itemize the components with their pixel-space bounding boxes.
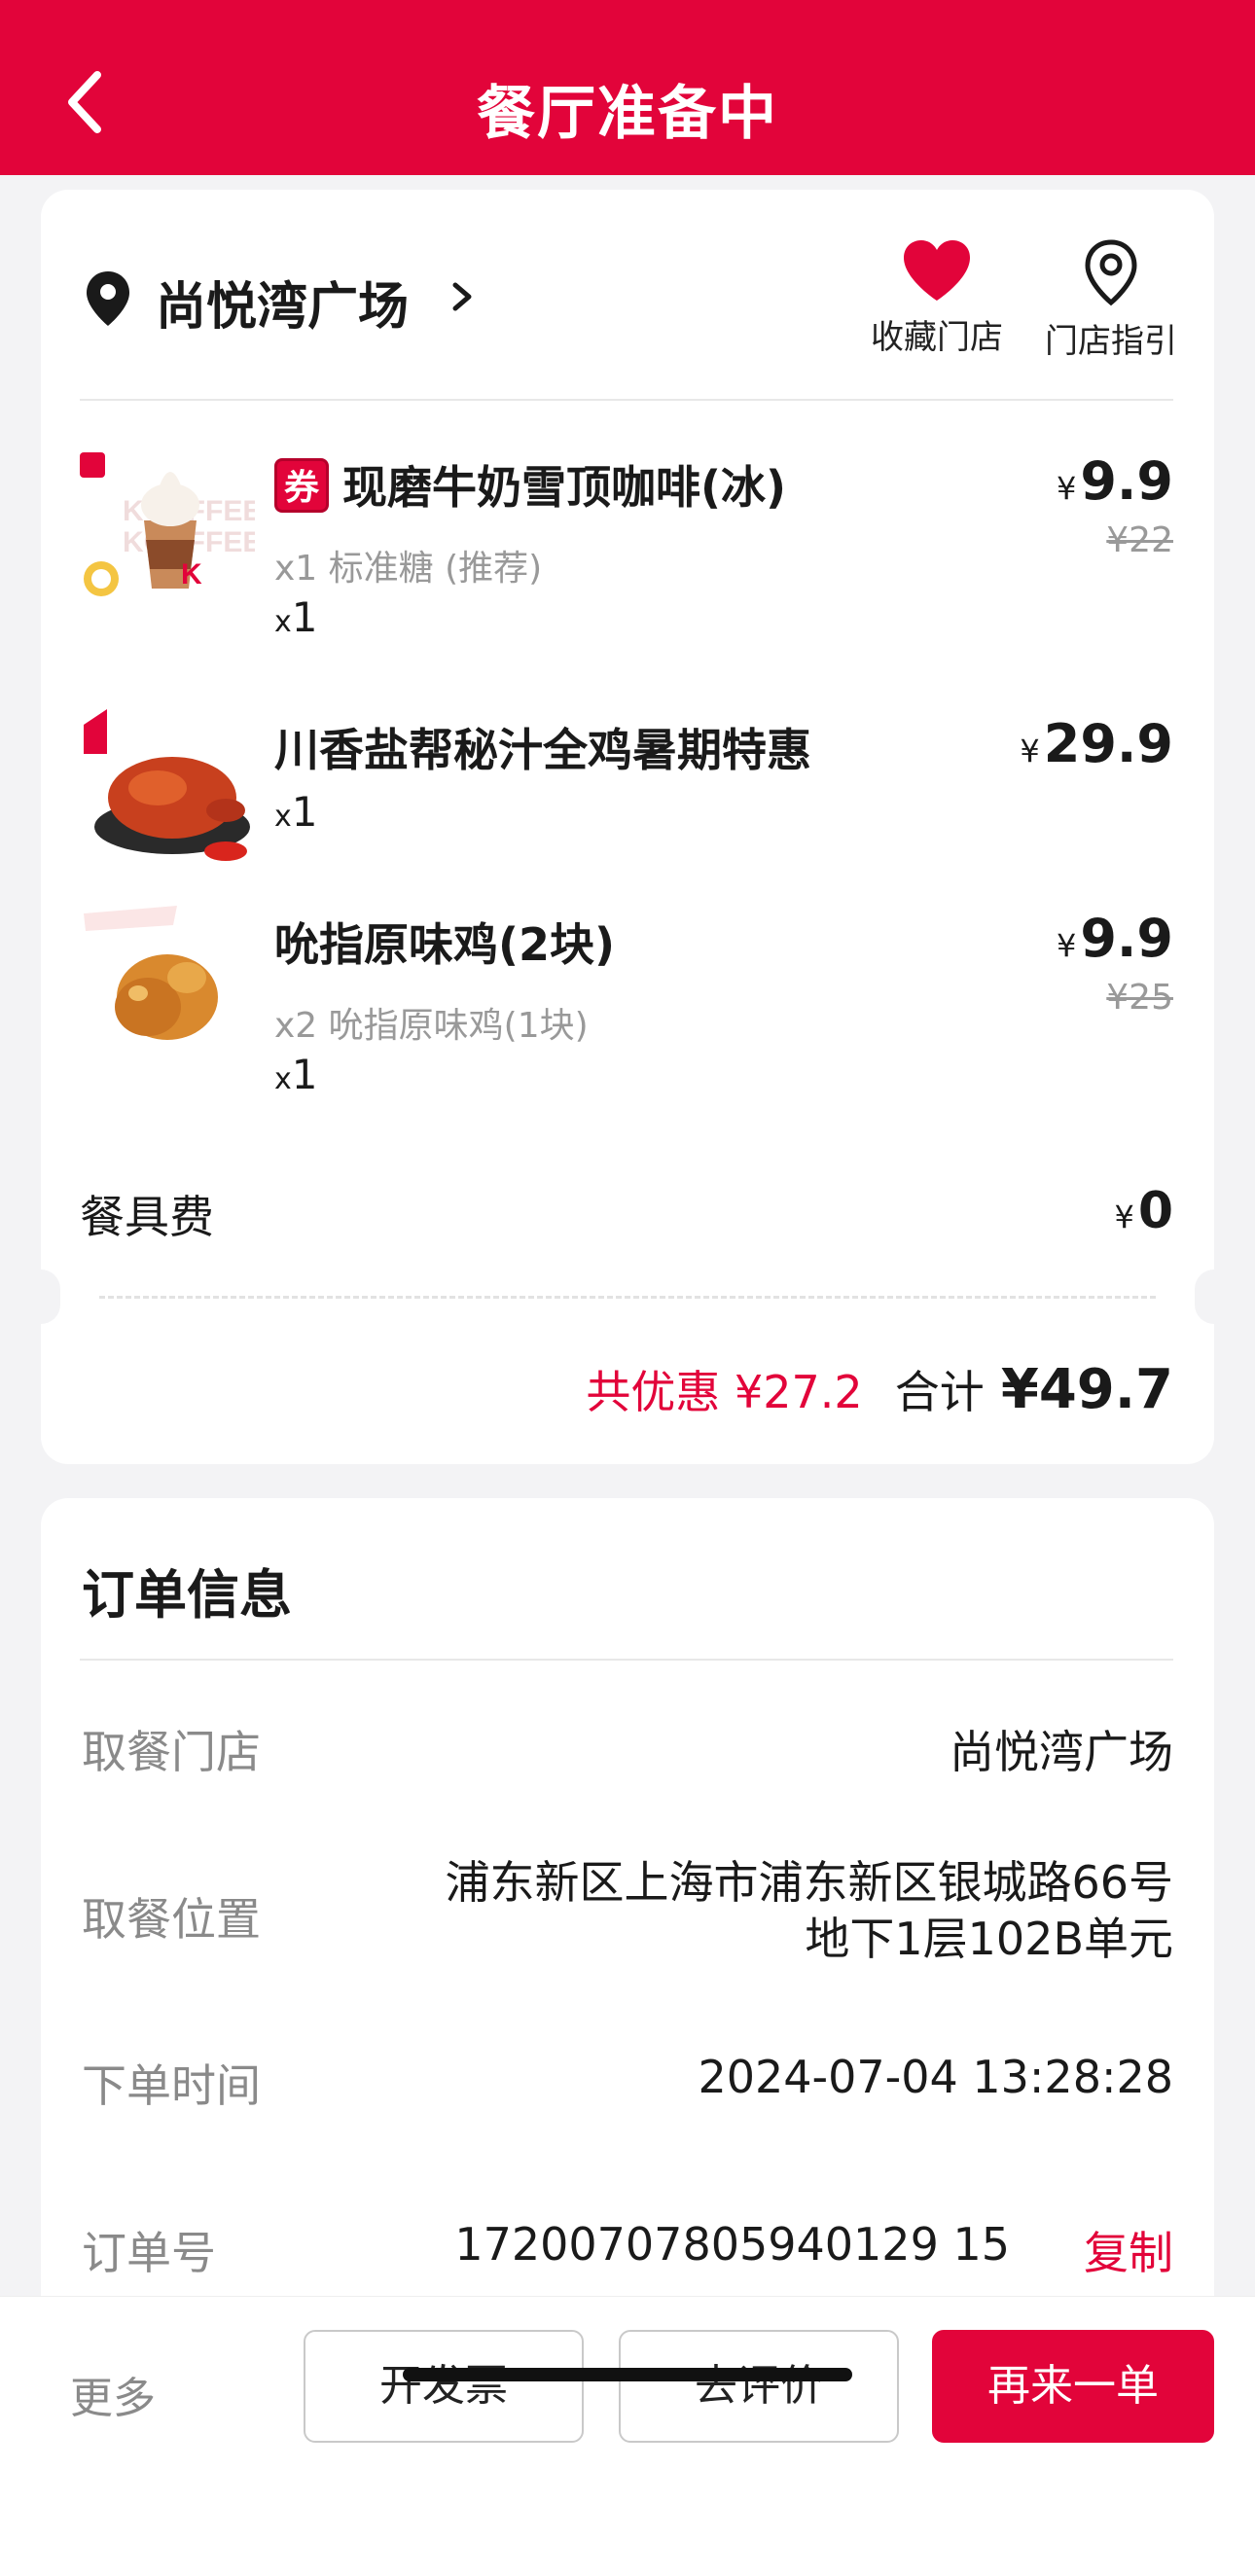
store-row: 尚悦湾广场 收藏门店 门店指引	[41, 190, 1214, 399]
item-spec: x2 吮指原味鸡(1块)	[274, 1006, 589, 1046]
item-price: ¥9.9	[1056, 908, 1173, 969]
order-summary: 共优惠 ¥27.2 合计 ¥49.7	[586, 1357, 1173, 1421]
svg-text:K: K	[181, 558, 202, 590]
divider	[80, 399, 1173, 401]
order-number-label: 订单号	[82, 2227, 216, 2279]
home-indicator[interactable]	[403, 2368, 852, 2381]
item-original-price: ¥22	[1106, 520, 1173, 560]
order-info-title: 订单信息	[82, 1564, 292, 1626]
item-price: ¥29.9	[1020, 713, 1173, 774]
fried-chicken-product-image	[80, 900, 255, 1075]
item-price: ¥9.9	[1056, 450, 1173, 512]
favorite-store-label: 收藏门店	[871, 318, 1003, 357]
dashed-divider	[99, 1296, 1156, 1299]
header: 餐厅准备中	[0, 0, 1255, 175]
item-name: 川香盐帮秘汁全鸡暑期特惠	[274, 724, 811, 776]
chicken-product-image	[80, 705, 255, 880]
store-name[interactable]: 尚悦湾广场	[156, 266, 409, 339]
item-name: 吮指原味鸡(2块)	[274, 918, 616, 971]
item-spec: x1 标准糖 (推荐)	[274, 549, 543, 589]
item-original-price: ¥25	[1106, 978, 1173, 1018]
more-button[interactable]: 更多	[70, 2363, 156, 2425]
map-pin-outline-icon	[1085, 239, 1137, 306]
order-number-value: 17200707805940129 15	[454, 2218, 1010, 2271]
item-quantity: x1	[274, 1051, 318, 1098]
store-guide-button[interactable]: 门店指引	[1033, 238, 1189, 362]
pickup-location-value: 浦东新区上海市浦东新区银城路66号地下1层102B单元	[445, 1856, 1173, 1965]
review-button[interactable]: 去评价	[619, 2330, 899, 2443]
order-items-card: 尚悦湾广场 收藏门店 门店指引 KCOFFEE KCOFFEE	[21, 190, 1234, 1464]
bottom-action-bar: 更多 开发票 去评价 再来一单	[0, 2296, 1255, 2576]
pickup-store-value: 尚悦湾广场	[950, 1726, 1173, 1778]
coupon-badge: 券	[274, 458, 329, 513]
discount-total: 共优惠 ¥27.2	[586, 1366, 863, 1418]
pickup-store-label: 取餐门店	[82, 1726, 261, 1778]
location-pin-icon	[87, 271, 129, 326]
reorder-button[interactable]: 再来一单	[932, 2330, 1214, 2443]
invoice-button[interactable]: 开发票	[304, 2330, 584, 2443]
heart-icon	[904, 240, 970, 301]
chevron-right-icon[interactable]	[448, 277, 477, 316]
ticket-notch	[21, 1270, 60, 1324]
favorite-store-button[interactable]: 收藏门店	[864, 238, 1010, 358]
item-name: 券现磨牛奶雪顶咖啡(冰)	[274, 452, 786, 517]
item-quantity: x1	[274, 593, 318, 641]
order-info-card: 订单信息 取餐门店 尚悦湾广场 取餐位置 浦东新区上海市浦东新区银城路66号地下…	[41, 1498, 1214, 2335]
ticket-notch	[1195, 1270, 1234, 1324]
copy-order-number-button[interactable]: 复制	[1084, 2218, 1173, 2282]
utensil-fee-value: ¥0	[1114, 1182, 1173, 1240]
utensil-fee-label: 餐具费	[80, 1191, 214, 1243]
page-title: 餐厅准备中	[477, 80, 778, 148]
order-time-value: 2024-07-04 13:28:28	[698, 2051, 1173, 2103]
total-label: 合计	[894, 1366, 985, 1418]
coffee-product-image: KCOFFEE KCOFFEE K	[80, 443, 255, 618]
pickup-location-label: 取餐位置	[82, 1893, 261, 1946]
store-guide-label: 门店指引	[1045, 322, 1177, 361]
order-time-label: 下单时间	[82, 2059, 261, 2112]
divider	[80, 1659, 1173, 1661]
total-value: ¥49.7	[1000, 1358, 1173, 1421]
item-quantity: x1	[274, 788, 318, 836]
